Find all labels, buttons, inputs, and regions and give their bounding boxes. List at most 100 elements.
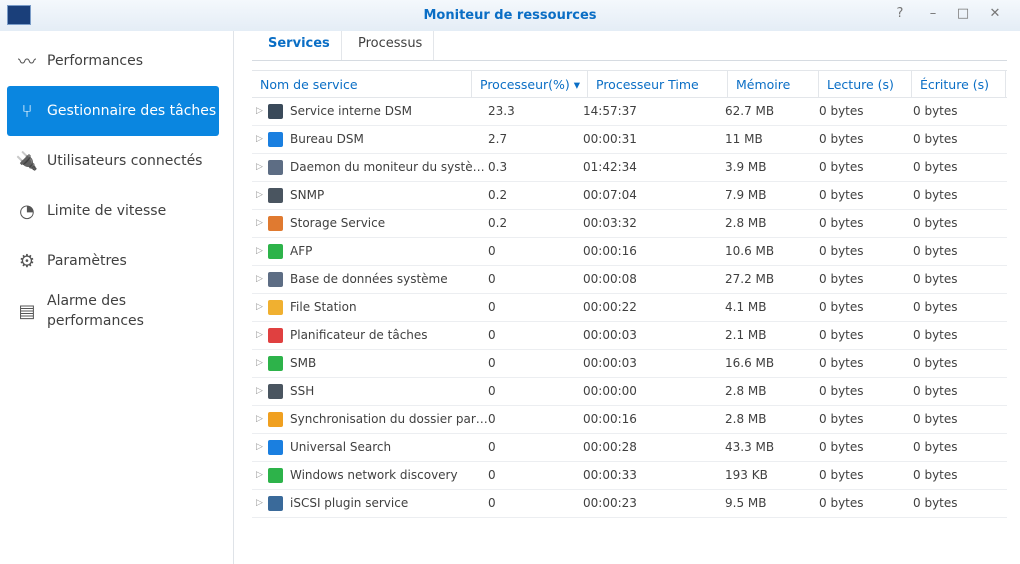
- table-row[interactable]: ▷ Daemon du moniteur du système 0.3 01:4…: [252, 154, 1007, 182]
- memory: 62.7 MB: [725, 104, 775, 118]
- expand-arrow-icon[interactable]: ▷: [256, 266, 263, 293]
- memory: 2.8 MB: [725, 412, 767, 426]
- maximize-button[interactable]: □: [953, 6, 973, 24]
- service-name: Windows network discovery: [290, 468, 458, 482]
- sidebar-item-label: Gestionnaire des tâches: [47, 103, 217, 119]
- expand-arrow-icon[interactable]: ▷: [256, 350, 263, 377]
- expand-arrow-icon[interactable]: ▷: [256, 378, 263, 405]
- memory: 7.9 MB: [725, 188, 767, 202]
- expand-arrow-icon[interactable]: ▷: [256, 98, 263, 125]
- sidebar-item-1[interactable]: ⑂ Gestionnaire des tâches: [7, 86, 219, 136]
- sidebar-item-label: Performances: [47, 53, 144, 69]
- expand-arrow-icon[interactable]: ▷: [256, 434, 263, 461]
- tab-processus[interactable]: Processus: [342, 31, 434, 60]
- minimize-button[interactable]: –: [923, 6, 943, 24]
- document-list-icon: ▤: [18, 300, 36, 322]
- table-row[interactable]: ▷ Bureau DSM 2.7 00:00:31 11 MB 0 bytes …: [252, 126, 1007, 154]
- cpu-time: 00:07:04: [583, 188, 637, 202]
- expand-arrow-icon[interactable]: ▷: [256, 210, 263, 237]
- table-row[interactable]: ▷ Planificateur de tâches 0 00:00:03 2.1…: [252, 322, 1007, 350]
- table-row[interactable]: ▷ Base de données système 0 00:00:08 27.…: [252, 266, 1007, 294]
- expand-arrow-icon[interactable]: ▷: [256, 406, 263, 433]
- expand-arrow-icon[interactable]: ▷: [256, 182, 263, 209]
- write-rate: 0 bytes: [913, 160, 958, 174]
- memory: 2.8 MB: [725, 216, 767, 230]
- column-header-cpu[interactable]: Processeur(%) ▾: [472, 71, 588, 98]
- service-name: SNMP: [290, 188, 325, 202]
- service-name: Service interne DSM: [290, 104, 412, 118]
- gear-icon: ⚙: [18, 250, 36, 272]
- write-rate: 0 bytes: [913, 132, 958, 146]
- column-header-read[interactable]: Lecture (s): [819, 71, 912, 98]
- write-rate: 0 bytes: [913, 300, 958, 314]
- memory: 2.8 MB: [725, 384, 767, 398]
- table-row[interactable]: ▷ File Station 0 00:00:22 4.1 MB 0 bytes…: [252, 294, 1007, 322]
- read-rate: 0 bytes: [819, 244, 864, 258]
- table-row[interactable]: ▷ Windows network discovery 0 00:00:33 1…: [252, 462, 1007, 490]
- expand-arrow-icon[interactable]: ▷: [256, 490, 263, 517]
- table-row[interactable]: ▷ AFP 0 00:00:16 10.6 MB 0 bytes 0 bytes: [252, 238, 1007, 266]
- service-icon: [268, 384, 283, 399]
- table-row[interactable]: ▷ Universal Search 0 00:00:28 43.3 MB 0 …: [252, 434, 1007, 462]
- write-rate: 0 bytes: [913, 272, 958, 286]
- service-name: Bureau DSM: [290, 132, 364, 146]
- column-header-write[interactable]: Écriture (s): [912, 71, 1006, 98]
- expand-arrow-icon[interactable]: ▷: [256, 238, 263, 265]
- service-name: SMB: [290, 356, 317, 370]
- read-rate: 0 bytes: [819, 188, 864, 202]
- sidebar-item-4[interactable]: ⚙ Paramètres: [7, 236, 219, 286]
- sidebar-item-5[interactable]: ▤ Alarme des performances: [7, 286, 219, 336]
- service-icon: [268, 412, 283, 427]
- cpu-time: 14:57:37: [583, 104, 637, 118]
- table-row[interactable]: ▷ SSH 0 00:00:00 2.8 MB 0 bytes 0 bytes: [252, 378, 1007, 406]
- service-name: Synchronisation du dossier partagé: [290, 412, 490, 426]
- read-rate: 0 bytes: [819, 468, 864, 482]
- expand-arrow-icon[interactable]: ▷: [256, 322, 263, 349]
- column-header-memory[interactable]: Mémoire: [728, 71, 819, 98]
- write-rate: 0 bytes: [913, 356, 958, 370]
- write-rate: 0 bytes: [913, 328, 958, 342]
- column-header-name[interactable]: Nom de service: [252, 71, 472, 98]
- write-rate: 0 bytes: [913, 412, 958, 426]
- cpu-time: 00:00:31: [583, 132, 637, 146]
- read-rate: 0 bytes: [819, 440, 864, 454]
- expand-arrow-icon[interactable]: ▷: [256, 126, 263, 153]
- table-row[interactable]: ▷ Service interne DSM 23.3 14:57:37 62.7…: [252, 98, 1007, 126]
- table-row[interactable]: ▷ Storage Service 0.2 00:03:32 2.8 MB 0 …: [252, 210, 1007, 238]
- write-rate: 0 bytes: [913, 244, 958, 258]
- tab-bar: Services Processus: [252, 31, 1007, 61]
- service-icon: [268, 496, 283, 511]
- expand-arrow-icon[interactable]: ▷: [256, 154, 263, 181]
- memory: 43.3 MB: [725, 440, 775, 454]
- memory: 11 MB: [725, 132, 763, 146]
- sidebar-item-0[interactable]: 〰 Performances: [7, 36, 219, 86]
- write-rate: 0 bytes: [913, 188, 958, 202]
- service-icon: [268, 328, 283, 343]
- column-header-cpu-time[interactable]: Processeur Time: [588, 71, 728, 98]
- service-icon: [268, 272, 283, 287]
- table-row[interactable]: ▷ Synchronisation du dossier partagé 0 0…: [252, 406, 1007, 434]
- sidebar-item-2[interactable]: 🔌 Utilisateurs connectés: [7, 136, 219, 186]
- window-title: Moniteur de ressources: [423, 8, 597, 23]
- cpu-time: 00:00:22: [583, 300, 637, 314]
- service-icon: [268, 356, 283, 371]
- service-name: Daemon du moniteur du système: [290, 160, 490, 174]
- write-rate: 0 bytes: [913, 468, 958, 482]
- close-button[interactable]: ✕: [985, 6, 1005, 24]
- sidebar-item-3[interactable]: ◔ Limite de vitesse: [7, 186, 219, 236]
- cpu-percent: 0: [488, 272, 496, 286]
- cpu-percent: 0: [488, 356, 496, 370]
- tab-services[interactable]: Services: [252, 31, 342, 60]
- cpu-time: 00:00:08: [583, 272, 637, 286]
- help-button[interactable]: ?: [890, 6, 910, 24]
- cpu-percent: 0: [488, 412, 496, 426]
- table-row[interactable]: ▷ SMB 0 00:00:03 16.6 MB 0 bytes 0 bytes: [252, 350, 1007, 378]
- cpu-percent: 2.7: [488, 132, 508, 146]
- expand-arrow-icon[interactable]: ▷: [256, 462, 263, 489]
- expand-arrow-icon[interactable]: ▷: [256, 294, 263, 321]
- service-icon: [268, 468, 283, 483]
- table-row[interactable]: ▷ iSCSI plugin service 0 00:00:23 9.5 MB…: [252, 490, 1007, 518]
- read-rate: 0 bytes: [819, 356, 864, 370]
- service-icon: [268, 104, 283, 119]
- table-row[interactable]: ▷ SNMP 0.2 00:07:04 7.9 MB 0 bytes 0 byt…: [252, 182, 1007, 210]
